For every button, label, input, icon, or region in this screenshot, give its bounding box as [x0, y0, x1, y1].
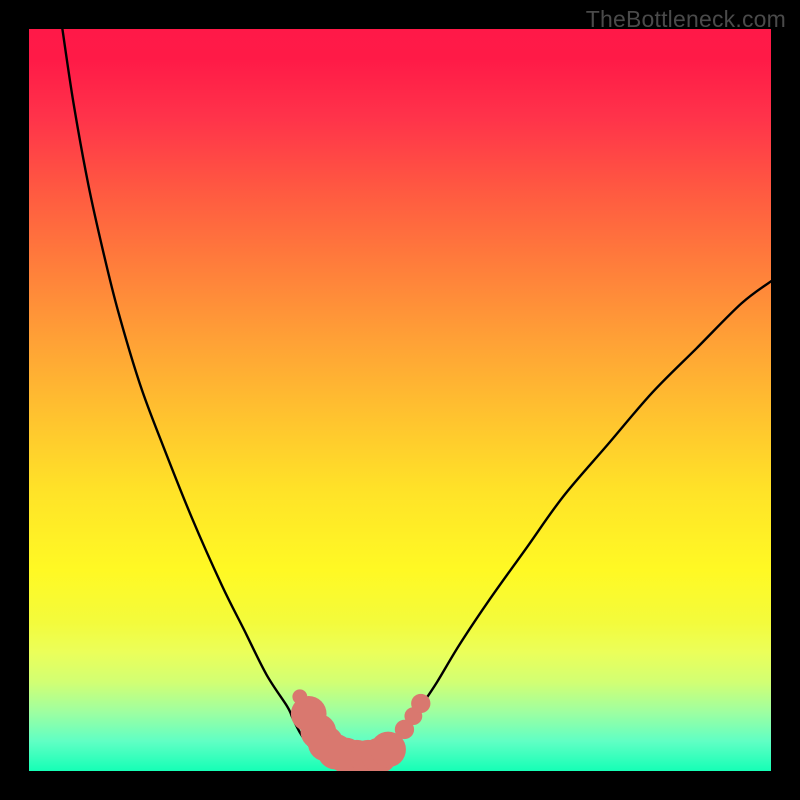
- bottleneck-curve: [62, 29, 771, 761]
- valley-markers: [291, 689, 431, 771]
- curve-layer: [29, 29, 771, 771]
- bottleneck-chart: [29, 29, 771, 771]
- curve-path: [62, 29, 771, 761]
- watermark-text: TheBottleneck.com: [586, 6, 786, 33]
- valley-marker: [411, 694, 430, 713]
